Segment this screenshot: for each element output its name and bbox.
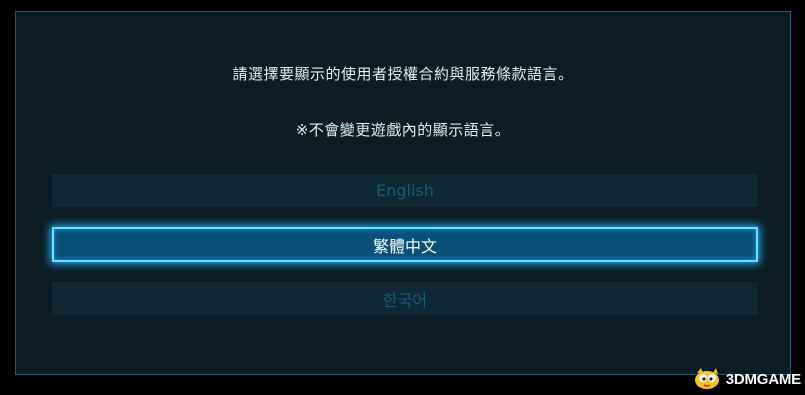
language-option-korean[interactable]: 한국어: [52, 282, 758, 315]
prompt-note: ※不會變更遊戲內的顯示語言。: [295, 121, 511, 139]
watermark: 3DMGAME: [693, 367, 801, 391]
prompt-text: 請選擇要顯示的使用者授權合約與服務條款語言。: [232, 65, 574, 83]
language-select-dialog: 請選擇要顯示的使用者授權合約與服務條款語言。 ※不會變更遊戲內的顯示語言。 En…: [15, 11, 791, 375]
language-option-label: 繁體中文: [372, 236, 437, 256]
language-option-english[interactable]: English: [52, 174, 758, 207]
3dm-mascot-icon: [694, 368, 719, 389]
language-option-label: 한국어: [382, 290, 428, 310]
language-option-traditional-chinese[interactable]: 繁體中文: [52, 227, 758, 262]
language-option-label: English: [376, 181, 434, 200]
watermark-text: 3DMGAME: [725, 370, 801, 388]
